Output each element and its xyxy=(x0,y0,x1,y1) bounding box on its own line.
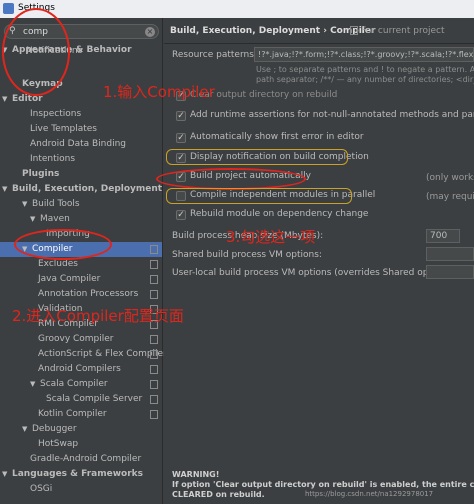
tree-item-plugins[interactable]: Plugins xyxy=(0,167,162,182)
project-scope-icon xyxy=(150,350,158,359)
tree-item-build-execution-deployment[interactable]: ▼ Build, Execution, Deployment xyxy=(0,182,162,197)
tree-item-label: Annotation Processors xyxy=(38,289,139,299)
tree-item-label: ActionScript & Flex Compiler xyxy=(38,349,167,359)
project-scope-icon xyxy=(150,335,158,344)
warning-line1: If option 'Clear output directory on reb… xyxy=(172,480,474,489)
warning-line2: CLEARED on rebuild. xyxy=(172,490,265,499)
tree-item-java-compiler[interactable]: Java Compiler xyxy=(0,272,162,287)
resource-hint-line1: Use ; to separate patterns and ! to nega… xyxy=(256,65,474,74)
resource-patterns-field[interactable]: !?*.java;!?*.form;!?*.class;!?*.groovy;!… xyxy=(254,47,474,62)
tree-item-intentions[interactable]: Intentions xyxy=(0,152,162,167)
checked-checkbox[interactable]: ✓ xyxy=(176,111,186,121)
only-works-note: (only works xyxy=(426,173,474,183)
expand-arrow-icon[interactable]: ▼ xyxy=(22,422,27,437)
app-icon xyxy=(3,3,14,14)
shared-vm-options-label: Shared build process VM options: xyxy=(172,250,322,260)
project-scope-icon xyxy=(150,290,158,299)
checked-checkbox[interactable]: ✓ xyxy=(176,210,186,220)
tree-item-build-tools[interactable]: ▼ Build Tools xyxy=(0,197,162,212)
title-bar: Settings xyxy=(0,0,474,18)
tree-item-actionscript-flex-compiler[interactable]: ActionScript & Flex Compiler xyxy=(0,347,167,362)
expand-arrow-icon[interactable]: ▼ xyxy=(30,212,35,227)
notification-highlight-box xyxy=(166,149,348,165)
expand-arrow-icon[interactable]: ▼ xyxy=(2,92,7,107)
watermark: https://blog.csdn.net/na1292978017 xyxy=(305,490,434,498)
tree-item-hotswap[interactable]: HotSwap xyxy=(0,437,162,452)
expand-arrow-icon[interactable]: ▼ xyxy=(22,197,27,212)
shared-vm-options-field[interactable] xyxy=(426,247,474,261)
resource-hint-line2: path separator; /**/ — any number of dir… xyxy=(256,75,474,84)
tree-item-label: Languages & Frameworks xyxy=(12,469,144,479)
step3-annotation: 3.勾选这一项 xyxy=(226,228,316,246)
user-vm-options-field[interactable] xyxy=(426,265,474,279)
step1-annotation: 1.输入Compiler xyxy=(103,83,215,101)
project-scope-icon xyxy=(150,245,158,254)
expand-arrow-icon[interactable]: ▼ xyxy=(2,467,7,482)
tree-item-label: Build Tools xyxy=(32,199,80,209)
tree-item-live-templates[interactable]: Live Templates xyxy=(0,122,162,137)
tree-item-debugger[interactable]: ▼ Debugger xyxy=(0,422,162,437)
tree-item-label: Live Templates xyxy=(30,124,97,134)
tree-item-gradle-android-compiler[interactable]: Gradle-Android Compiler xyxy=(0,452,162,467)
scope-text: For current project xyxy=(361,26,445,36)
tree-item-label: OSGi xyxy=(30,484,53,494)
resource-patterns-label: Resource patterns: xyxy=(172,50,257,60)
tree-item-osgi[interactable]: OSGi xyxy=(0,482,162,497)
clear-search-icon[interactable]: × xyxy=(145,27,155,37)
scope-label: For current project xyxy=(350,26,445,36)
tree-item-label: Groovy Compiler xyxy=(38,334,114,344)
may-require-note: (may require xyxy=(426,192,474,202)
settings-window: Settings ⚲ × ▼Appearance & BehaviorNotif… xyxy=(0,0,474,504)
tree-item-inspections[interactable]: Inspections xyxy=(0,107,162,122)
parallel-highlight-box xyxy=(166,188,352,204)
tree-item-scala-compile-server[interactable]: Scala Compile Server xyxy=(0,392,162,407)
tree-item-groovy-compiler[interactable]: Groovy Compiler xyxy=(0,332,162,347)
expand-arrow-icon[interactable]: ▼ xyxy=(2,182,7,197)
tree-item-label: Intentions xyxy=(30,154,76,164)
tree-item-annotation-processors[interactable]: Annotation Processors xyxy=(0,287,162,302)
warning-title: WARNING! xyxy=(172,470,220,479)
search-annotation-circle xyxy=(2,8,70,96)
tree-item-label: Gradle-Android Compiler xyxy=(30,454,142,464)
tree-item-android-data-binding[interactable]: Android Data Binding xyxy=(0,137,162,152)
breadcrumb: Build, Execution, Deployment › Compiler xyxy=(170,26,376,36)
tree-item-label: Scala Compiler xyxy=(40,379,108,389)
tree-item-label: Build, Execution, Deployment xyxy=(12,184,163,194)
option-label: Automatically show first error in editor xyxy=(190,132,364,142)
project-scope-icon xyxy=(350,26,358,35)
build-auto-annotation-circle xyxy=(156,168,306,190)
checked-checkbox[interactable]: ✓ xyxy=(176,133,186,143)
tree-item-label: Android Data Binding xyxy=(30,139,127,149)
tree-item-languages-frameworks[interactable]: ▼ Languages & Frameworks xyxy=(0,467,162,482)
tree-item-label: Java Compiler xyxy=(38,274,101,284)
tree-item-label: Inspections xyxy=(30,109,82,119)
project-scope-icon xyxy=(150,260,158,269)
tree-item-label: HotSwap xyxy=(38,439,79,449)
project-scope-icon xyxy=(150,365,158,374)
option-label: Add runtime assertions for not-null-anno… xyxy=(190,110,474,120)
user-vm-options-label: User-local build process VM options (ove… xyxy=(172,268,457,278)
tree-item-android-compilers[interactable]: Android Compilers xyxy=(0,362,162,377)
step2-annotation: 2.进入Compiler配置页面 xyxy=(12,307,184,325)
tree-item-scala-compiler[interactable]: ▼ Scala Compiler xyxy=(0,377,162,392)
tree-item-label: Maven xyxy=(40,214,70,224)
tree-item-label: Debugger xyxy=(32,424,77,434)
compiler-annotation-circle xyxy=(14,229,112,260)
project-scope-icon xyxy=(150,410,158,419)
tree-item-kotlin-compiler[interactable]: Kotlin Compiler xyxy=(0,407,162,422)
tree-item-label: Kotlin Compiler xyxy=(38,409,107,419)
tree-item-label: Scala Compile Server xyxy=(46,394,143,404)
expand-arrow-icon[interactable]: ▼ xyxy=(30,377,35,392)
heap-size-field[interactable]: 700 xyxy=(426,229,460,243)
project-scope-icon xyxy=(150,380,158,389)
project-scope-icon xyxy=(150,275,158,284)
project-scope-icon xyxy=(150,395,158,404)
tree-item-label: Plugins xyxy=(22,169,60,179)
header-divider xyxy=(164,43,474,44)
option-label: Rebuild module on dependency change xyxy=(190,209,369,219)
tree-item-maven[interactable]: ▼ Maven xyxy=(0,212,162,227)
tree-item-label: Android Compilers xyxy=(38,364,121,374)
tree-item-excludes[interactable]: Excludes xyxy=(0,257,162,272)
